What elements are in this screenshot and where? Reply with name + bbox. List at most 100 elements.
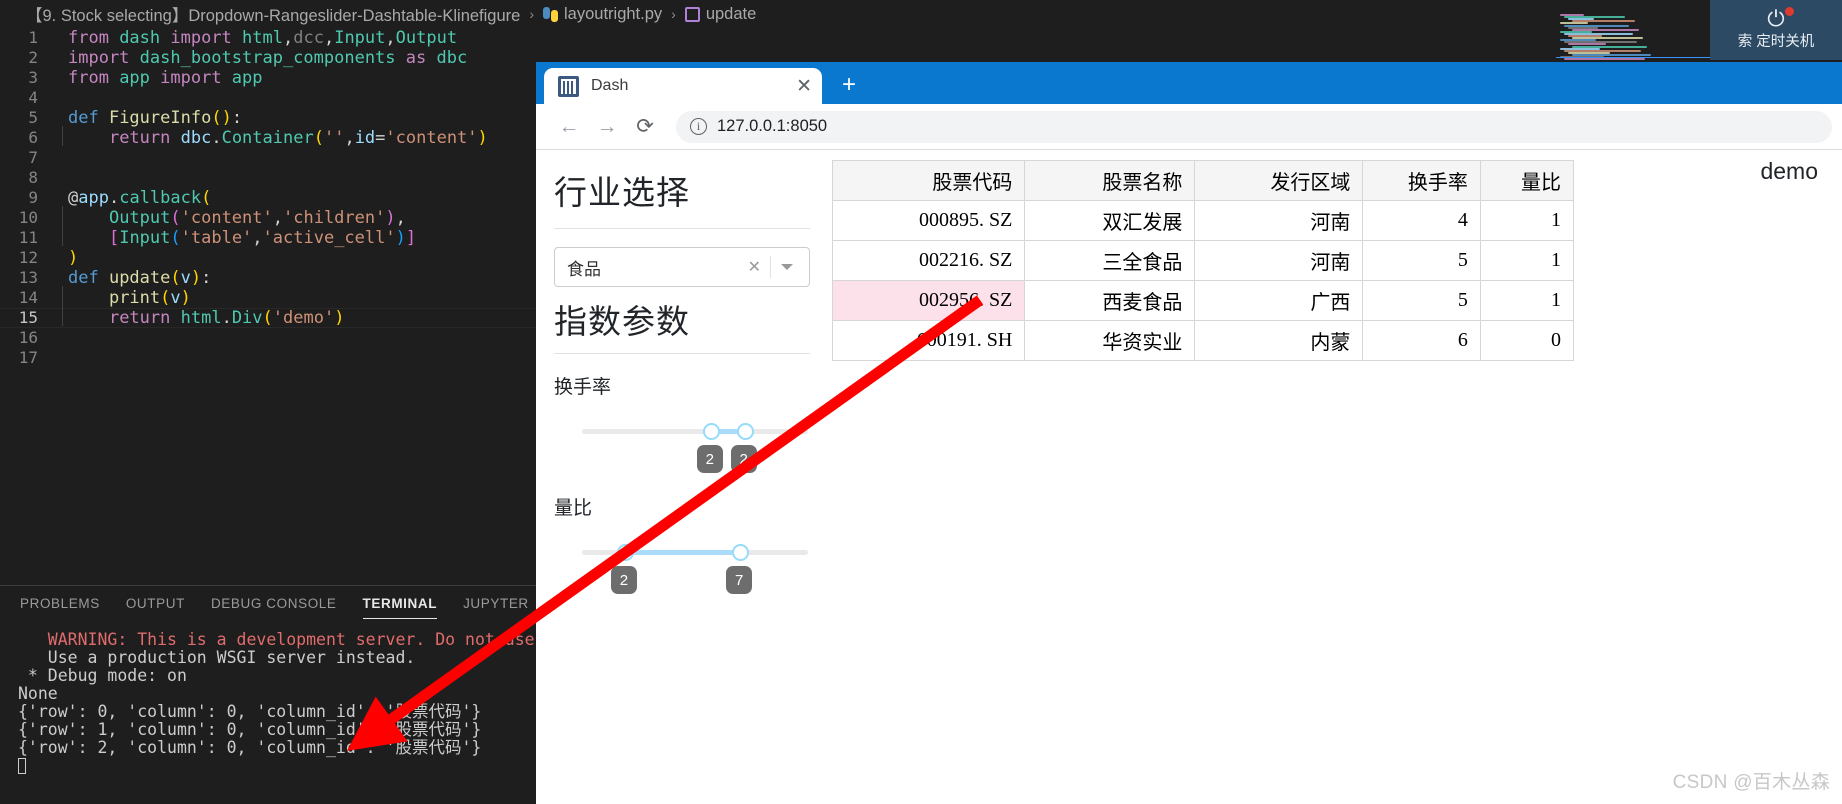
line-number: 2 [28, 48, 38, 67]
table-row[interactable]: 002216. SZ 三全食品 河南 5 1 [831, 240, 1575, 281]
table-cell[interactable]: 002216. SZ [831, 240, 1026, 281]
slider-rail[interactable]: 22 [582, 423, 808, 473]
table-header-cell-3[interactable]: 换手率 [1362, 160, 1481, 201]
table-row[interactable]: 002956. SZ 西麦食品 广西 5 1 [831, 280, 1575, 321]
table-cell[interactable]: 0 [1479, 320, 1575, 361]
site-info-icon[interactable]: i [690, 118, 707, 135]
code-token: , [282, 28, 294, 48]
breadcrumb-file[interactable]: layoutright.py [564, 5, 662, 24]
table-cell[interactable]: 三全食品 [1024, 240, 1196, 281]
new-tab-button[interactable]: + [836, 73, 862, 97]
code-token: id [354, 128, 376, 148]
line-number: 14 [18, 288, 38, 307]
terminal-line: {'row': 0, 'column': 0, 'column_id': '股票… [18, 702, 482, 721]
table-cell[interactable]: 河南 [1194, 200, 1364, 241]
table-header-cell-1[interactable]: 股票名称 [1024, 160, 1196, 201]
line-number: 8 [28, 168, 38, 187]
scheduled-shutdown-widget[interactable]: ⏻ 索 定时关机 [1710, 0, 1842, 60]
indent-guide [62, 286, 63, 306]
table-cell[interactable]: 河南 [1194, 240, 1364, 281]
industry-dropdown[interactable]: 食品 ✕ [554, 247, 810, 287]
slider-tooltip-low: 2 [610, 566, 637, 594]
table-header-cell-4[interactable]: 量比 [1479, 160, 1575, 201]
code-token: ) [395, 228, 406, 248]
table-header-cell-0[interactable]: 股票代码 [831, 160, 1026, 201]
table-header-cell-2[interactable]: 发行区域 [1194, 160, 1364, 201]
panel-tab-problems[interactable]: PROBLEMS [20, 586, 100, 621]
table-cell[interactable]: 双汇发展 [1024, 200, 1196, 241]
table-cell[interactable]: 6 [1362, 320, 1481, 361]
panel-tab-bar[interactable]: PROBLEMS OUTPUT DEBUG CONSOLE TERMINAL JUPYT… [0, 586, 536, 621]
table-cell[interactable]: 1 [1479, 240, 1575, 281]
slider-tooltip-high: 2 [730, 445, 757, 473]
terminal-line: WARNING: This is a development server. D… [18, 630, 684, 649]
table-header-row: 股票代码 股票名称 发行区域 换手率 量比 [831, 160, 1575, 201]
code-token: html [180, 308, 222, 328]
line-number: 17 [18, 348, 38, 367]
table-body[interactable]: 000895. SZ 双汇发展 河南 4 1 002216. SZ 三全食品 河南 5 1 0029… [831, 200, 1575, 361]
line-number: 16 [18, 328, 38, 347]
address-bar[interactable]: i 127.0.0.1:8050 [676, 110, 1832, 143]
code-token: dcc [293, 28, 324, 48]
back-button[interactable]: ← [552, 110, 586, 144]
line-number: 15 [18, 308, 38, 327]
table-cell[interactable]: 1 [1479, 280, 1575, 321]
terminal-line: None [18, 684, 58, 703]
terminal-cursor-line [18, 757, 536, 775]
code-token: return [108, 308, 181, 328]
chevron-down-icon[interactable] [781, 264, 793, 270]
range-slider-1[interactable]: 27 [554, 520, 810, 596]
breadcrumb-symbol[interactable]: update [706, 5, 756, 24]
code-token: [ [108, 228, 120, 248]
panel-tab-terminal[interactable]: TERMINAL [362, 586, 438, 621]
panel-tab-debug-console[interactable]: DEBUG CONSOLE [211, 586, 337, 621]
terminal-output[interactable]: WARNING: This is a development server. D… [0, 621, 684, 775]
slider-handle-high[interactable] [732, 544, 750, 561]
close-icon[interactable]: ✕ [796, 77, 812, 96]
table-cell[interactable]: 华资实业 [1024, 320, 1196, 361]
python-file-icon [543, 6, 558, 22]
slider-handle-low[interactable] [702, 423, 720, 440]
shutdown-text: 定时关机 [1756, 34, 1815, 50]
indent-guide [62, 206, 63, 226]
code-token: ) [68, 248, 79, 268]
table-cell[interactable]: 5 [1362, 280, 1481, 321]
terminal-line: {'row': 1, 'column': 0, 'column_id': '股票… [18, 720, 482, 739]
code-token: 'content' [385, 128, 478, 148]
table-cell[interactable]: 000895. SZ [831, 200, 1026, 241]
browser-tab[interactable]: Dash ✕ [544, 68, 822, 104]
table-cell[interactable]: 内蒙 [1194, 320, 1364, 361]
forward-button[interactable]: → [590, 110, 624, 144]
code-token: . [211, 128, 222, 148]
browser-toolbar: ← → ⟳ i 127.0.0.1:8050 [536, 104, 1842, 150]
table-cell[interactable]: 西麦食品 [1024, 280, 1196, 321]
table-cell[interactable]: 4 [1362, 200, 1481, 241]
reload-button[interactable]: ⟳ [628, 110, 662, 144]
table-cell[interactable]: 600191. SH [831, 320, 1026, 361]
table-cell-active[interactable]: 002956. SZ [831, 280, 1026, 321]
table-row[interactable]: 600191. SH 华资实业 内蒙 6 0 [831, 320, 1575, 361]
code-token: ] [405, 228, 417, 248]
panel-tab-jupyter[interactable]: JUPYTER [463, 586, 529, 621]
code-token: from [68, 28, 120, 48]
power-icon[interactable]: ⏻ [1767, 7, 1794, 30]
breadcrumb-project[interactable]: 【9. Stock selecting】Dropdown-Rangeslider… [26, 2, 520, 26]
panel-tab-output[interactable]: OUTPUT [126, 586, 185, 621]
table-row[interactable]: 000895. SZ 双汇发展 河南 4 1 [831, 200, 1575, 241]
terminal-line: {'row': 2, 'column': 0, 'column_id': '股票… [18, 738, 482, 757]
range-slider-0[interactable]: 22 [554, 399, 810, 475]
code-text: return html.Div('demo') [54, 306, 344, 328]
terminal-line: Use a production WSGI server instead. [18, 648, 416, 667]
slider-handle-high[interactable] [736, 423, 754, 440]
table-cell[interactable]: 5 [1362, 240, 1481, 281]
table-cell[interactable]: 广西 [1194, 280, 1364, 321]
slider-rail[interactable]: 27 [582, 544, 808, 594]
table-cell[interactable]: 1 [1479, 200, 1575, 241]
dash-app-page: 行业选择 食品 ✕ 指数参数 换手率 2 2 量比 2 7 股票代码 股票名称 发行区域 换手率… [536, 150, 1842, 804]
slider-handle-low[interactable] [616, 544, 634, 561]
code-token: callback [119, 188, 202, 208]
stock-table[interactable]: 股票代码 股票名称 发行区域 换手率 量比 000895. SZ 双汇发展 河南 4 1 0022… [831, 160, 1575, 361]
code-token: Output [108, 208, 171, 228]
clear-icon[interactable]: ✕ [739, 257, 770, 277]
